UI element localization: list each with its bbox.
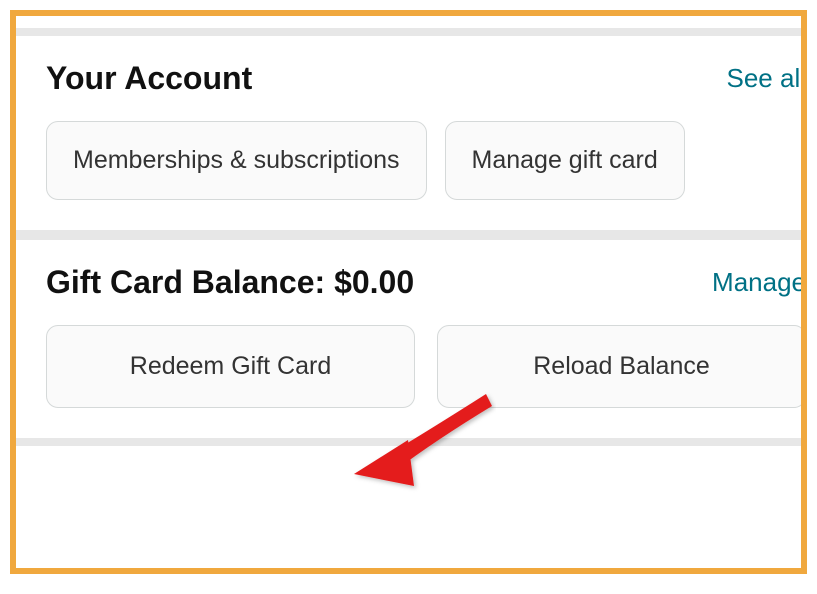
- your-account-title: Your Account: [46, 60, 252, 97]
- manage-link[interactable]: Manage: [712, 267, 806, 298]
- section-divider: [16, 230, 807, 240]
- account-header: Your Account See all: [46, 60, 806, 97]
- memberships-button[interactable]: Memberships & subscriptions: [46, 121, 427, 200]
- account-button-row: Memberships & subscriptions Manage gift …: [46, 121, 806, 200]
- your-account-section: Your Account See all Memberships & subsc…: [16, 36, 807, 230]
- reload-balance-button[interactable]: Reload Balance: [437, 325, 806, 408]
- gift-card-balance-section: Gift Card Balance: $0.00 Manage Redeem G…: [16, 240, 807, 438]
- redeem-gift-card-button[interactable]: Redeem Gift Card: [46, 325, 415, 408]
- gift-button-row: Redeem Gift Card Reload Balance: [46, 325, 806, 408]
- manage-gift-card-button[interactable]: Manage gift card: [445, 121, 685, 200]
- see-all-link[interactable]: See all: [727, 63, 807, 94]
- top-divider: [16, 28, 807, 36]
- bottom-divider: [16, 438, 807, 446]
- gift-card-balance-title: Gift Card Balance: $0.00: [46, 264, 414, 301]
- gift-header: Gift Card Balance: $0.00 Manage: [46, 264, 806, 301]
- screenshot-frame: Your Account See all Memberships & subsc…: [10, 10, 807, 574]
- content-area: Your Account See all Memberships & subsc…: [16, 16, 807, 446]
